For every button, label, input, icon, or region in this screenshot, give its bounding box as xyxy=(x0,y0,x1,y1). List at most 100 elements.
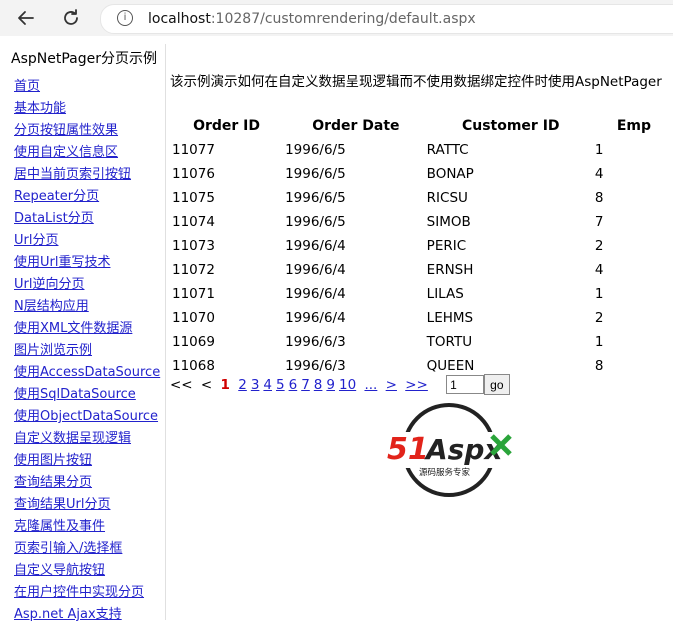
sidebar-item: 居中当前页索引按钮 xyxy=(14,166,160,188)
url-path: :10287/customrendering/default.aspx xyxy=(210,11,476,27)
sidebar-link[interactable]: 图片浏览示例 xyxy=(14,343,92,358)
table-cell: 7 xyxy=(594,214,604,230)
column-header-customer-id: Customer ID xyxy=(461,118,560,134)
sidebar-link[interactable]: Url逆向分页 xyxy=(14,277,84,292)
table-cell: 1996/6/4 xyxy=(285,310,346,326)
sidebar-item: Repeater分页 xyxy=(14,188,160,210)
table-cell: LILAS xyxy=(426,286,464,302)
sidebar-link[interactable]: 使用Url重写技术 xyxy=(14,255,110,270)
sidebar-item: 克隆属性及事件 xyxy=(14,518,160,540)
table-cell: 1 xyxy=(594,142,604,158)
url-host: localhost xyxy=(148,11,211,27)
sidebar-link[interactable]: 首页 xyxy=(14,79,40,94)
table-cell: RATTC xyxy=(426,142,469,158)
sidebar-item: 使用图片按钮 xyxy=(14,452,160,474)
pager-page-link[interactable]: 7 xyxy=(301,377,310,393)
table-cell: 1996/6/5 xyxy=(285,166,346,182)
info-icon[interactable]: i xyxy=(117,10,133,26)
sidebar-title: AspNetPager分页示例 xyxy=(11,51,157,67)
table-cell: 11076 xyxy=(172,166,215,182)
sidebar-menu: 首页基本功能分页按钮属性效果 使用自定义信息区 居中当前页索引按钮 Repeater分… xyxy=(14,78,160,628)
table-cell: 1996/6/5 xyxy=(285,142,346,158)
sidebar-item: 自定义导航按钮 xyxy=(14,562,160,584)
logo-brand-51: 51 xyxy=(387,432,429,467)
table-cell: 11075 xyxy=(172,190,215,206)
table-cell: 1 xyxy=(594,334,604,350)
sidebar-link[interactable]: 自定义数据呈现逻辑 xyxy=(14,431,131,446)
go-button[interactable]: go xyxy=(484,374,510,395)
table-row: 11070 1996/6/4 LEHMS 2 xyxy=(168,306,673,330)
pager-page-link[interactable]: 5 xyxy=(276,377,285,393)
table-cell: 8 xyxy=(594,358,604,374)
pager-page-link[interactable]: 3 xyxy=(251,377,260,393)
sidebar-link[interactable]: 页索引输入/选择框 xyxy=(14,541,122,556)
table-cell: 11074 xyxy=(172,214,215,230)
table-cell: 8 xyxy=(594,190,604,206)
table-cell: ERNSH xyxy=(426,262,474,278)
main-content: 该示例演示如何在自定义数据呈现逻辑而不使用数据绑定控件时使用AspNetPage… xyxy=(168,44,673,620)
sidebar-link[interactable]: 使用XML文件数据源 xyxy=(14,321,132,336)
page-index-input[interactable] xyxy=(446,375,485,394)
column-header-order-date: Order Date xyxy=(312,118,400,134)
sidebar-item: N层结构应用 xyxy=(14,298,160,320)
table-cell: 1996/6/3 xyxy=(285,334,346,350)
logo-51aspx-icon: 51 Aspx 源码服务专家 xyxy=(384,403,514,497)
sidebar-link[interactable]: Url分页 xyxy=(14,233,58,248)
address-bar[interactable]: i localhost:10287/customrendering/defaul… xyxy=(100,4,673,34)
table-cell: 11072 xyxy=(172,262,215,278)
pager-page-link[interactable]: 10 xyxy=(339,377,356,393)
sidebar-link[interactable]: 自定义导航按钮 xyxy=(14,563,105,578)
table-cell: PERIC xyxy=(426,238,467,254)
sidebar-link[interactable]: DataList分页 xyxy=(14,211,94,226)
sidebar-link[interactable]: 克隆属性及事件 xyxy=(14,519,105,534)
table-cell: 11077 xyxy=(172,142,215,158)
table-cell: 1996/6/4 xyxy=(285,262,346,278)
sidebar-link[interactable]: 查询结果Url分页 xyxy=(14,497,110,512)
sidebar-item: 查询结果分页 xyxy=(14,474,160,496)
pager-page-link[interactable]: 6 xyxy=(289,377,298,393)
pager-last-link[interactable]: >> xyxy=(405,377,428,393)
page: AspNetPager分页示例 首页基本功能分页按钮属性效果 使用自定义信息区 居中… xyxy=(0,36,673,622)
pager-page-link[interactable]: 8 xyxy=(314,377,323,393)
pager-next-link[interactable]: > xyxy=(386,377,397,393)
sidebar-item: 使用Url重写技术 xyxy=(14,254,160,276)
sidebar-link[interactable]: 使用AccessDataSource xyxy=(14,365,160,380)
sidebar-item: 使用ObjectDataSource xyxy=(14,408,160,430)
pager-page-link[interactable]: 9 xyxy=(326,377,335,393)
table-cell: LEHMS xyxy=(426,310,474,326)
table-cell: 11069 xyxy=(172,334,215,350)
sidebar-link[interactable]: N层结构应用 xyxy=(14,299,89,314)
sidebar-item: 首页 xyxy=(14,78,160,100)
pager-first: << xyxy=(170,376,193,393)
sidebar-link[interactable]: Repeater分页 xyxy=(14,189,99,204)
table-cell: 11071 xyxy=(172,286,215,302)
sidebar-item: DataList分页 xyxy=(14,210,160,232)
sidebar-item: 分页按钮属性效果 xyxy=(14,122,160,144)
reload-button[interactable] xyxy=(59,6,83,30)
pager-page-link[interactable]: 4 xyxy=(263,377,272,393)
table-cell: 2 xyxy=(594,238,604,254)
pager-page-link[interactable]: 2 xyxy=(238,377,247,393)
sidebar-item: Url分页 xyxy=(14,232,160,254)
sidebar-link[interactable]: 使用SqlDataSource xyxy=(14,387,136,402)
sidebar-link[interactable]: 查询结果分页 xyxy=(14,475,92,490)
back-button[interactable] xyxy=(14,6,38,30)
pager-more-link[interactable]: ... xyxy=(364,377,377,393)
page-description: 该示例演示如何在自定义数据呈现逻辑而不使用数据绑定控件时使用AspNetPage… xyxy=(170,74,662,90)
sidebar-link[interactable]: 在用户控件中实现分页 xyxy=(14,585,144,600)
sidebar-item: 页索引输入/选择框 xyxy=(14,540,160,562)
reload-icon xyxy=(64,9,78,25)
sidebar-link[interactable]: 使用图片按钮 xyxy=(14,453,92,468)
table-row: 11069 1996/6/3 TORTU 1 xyxy=(168,330,673,354)
arrow-left-icon xyxy=(18,11,34,25)
sidebar-item: 使用XML文件数据源 xyxy=(14,320,160,342)
sidebar-link[interactable]: 基本功能 xyxy=(14,101,66,116)
sidebar-item: 在用户控件中实现分页 xyxy=(14,584,160,606)
pager-current-page: 1 xyxy=(220,376,230,393)
sidebar-link[interactable]: 分页按钮属性效果 xyxy=(14,123,118,138)
sidebar-link[interactable]: 使用ObjectDataSource xyxy=(14,409,158,424)
sidebar-link[interactable]: 使用自定义信息区 xyxy=(14,145,118,160)
table-cell: 2 xyxy=(594,310,604,326)
table-cell: 1996/6/4 xyxy=(285,238,346,254)
sidebar-link[interactable]: 居中当前页索引按钮 xyxy=(14,167,131,182)
